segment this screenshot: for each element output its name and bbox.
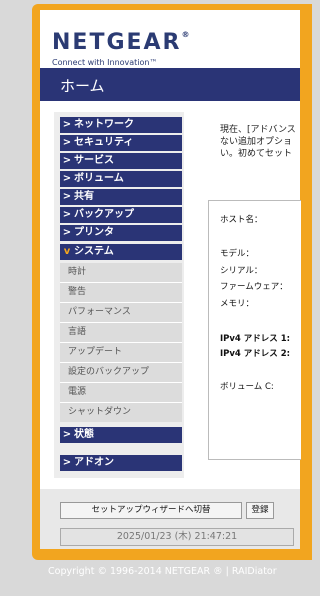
chevron-right-icon: > <box>62 173 72 184</box>
subnav-config-backup[interactable]: 設定のバックアップ <box>60 363 182 382</box>
firmware-label: ファームウェア： <box>220 282 288 292</box>
title-bar: ホーム <box>40 68 300 101</box>
nav-label: サービス <box>74 155 114 166</box>
intro-text: 現在、[アドバンス ない追加オプショ い。初めてセット <box>220 124 300 174</box>
nav-label: バックアップ <box>74 209 134 220</box>
chevron-down-icon: v <box>63 246 71 257</box>
nav-security[interactable]: > セキュリティ <box>60 135 182 151</box>
nav-label: ネットワーク <box>74 119 134 130</box>
ipv4-address-1-label: IPv4 アドレス 1: <box>220 334 291 344</box>
nav-network[interactable]: > ネットワーク <box>60 117 182 133</box>
chevron-right-icon: > <box>62 155 72 166</box>
nav-label: 状態 <box>74 429 94 440</box>
chevron-right-icon: > <box>62 209 72 220</box>
nav-backup[interactable]: > バックアップ <box>60 207 182 223</box>
chevron-right-icon: > <box>62 191 72 202</box>
nav-label: セキュリティ <box>74 137 134 148</box>
model-label: モデル： <box>220 249 255 259</box>
info-panel <box>208 200 301 460</box>
chevron-right-icon: > <box>62 137 72 148</box>
nav-system[interactable]: v システム <box>60 244 182 260</box>
nav-volume[interactable]: > ボリューム <box>60 171 182 187</box>
footer-copyright: Copyright © 1996-2014 NETGEAR ® | RAIDia… <box>48 566 277 577</box>
subnav-alerts[interactable]: 警告 <box>60 283 182 302</box>
serial-label: シリアル： <box>220 266 263 276</box>
nav-status[interactable]: > 状態 <box>60 427 182 443</box>
subnav-performance[interactable]: パフォーマンス <box>60 303 182 322</box>
chevron-right-icon: > <box>62 119 72 130</box>
page-title: ホーム <box>60 77 105 95</box>
header: NETGEAR® Connect with Innovation™ <box>40 10 300 68</box>
volume-label: ボリューム C: <box>220 382 274 392</box>
chevron-right-icon: > <box>62 227 72 238</box>
nav-shares[interactable]: > 共有 <box>60 189 182 205</box>
setup-wizard-button[interactable]: セットアップウィザードへ切替 <box>60 502 242 519</box>
nav-label: 共有 <box>74 191 94 202</box>
nav-label: ボリューム <box>74 173 124 184</box>
subnav-power[interactable]: 電源 <box>60 383 182 402</box>
nav-label: アドオン <box>74 457 114 468</box>
nav-label: プリンタ <box>74 227 114 238</box>
intro-line: 現在、[アドバンス <box>220 125 296 135</box>
chevron-right-icon: > <box>62 429 72 440</box>
nav-services[interactable]: > サービス <box>60 153 182 169</box>
intro-line: ない追加オプショ <box>220 137 293 147</box>
tagline: Connect with Innovation™ <box>52 58 158 67</box>
subnav-shutdown[interactable]: シャットダウン <box>60 403 182 422</box>
host-label: ホスト名： <box>220 215 263 225</box>
nav-addons[interactable]: > アドオン <box>60 455 182 471</box>
ipv4-address-2-label: IPv4 アドレス 2: <box>220 349 291 359</box>
subnav-clock[interactable]: 時計 <box>60 263 182 282</box>
chevron-right-icon: > <box>62 457 72 468</box>
subnav-language[interactable]: 言語 <box>60 323 182 342</box>
netgear-logo: NETGEAR® <box>52 30 190 55</box>
register-button[interactable]: 登録 <box>246 502 274 519</box>
nav-label: システム <box>74 246 114 257</box>
subnav-update[interactable]: アップデート <box>60 343 182 362</box>
memory-label: メモリ： <box>220 299 255 309</box>
intro-line: い。初めてセット <box>220 149 293 159</box>
clock-display: 2025/01/23 (木) 21:47:21 <box>60 528 294 546</box>
nav-printer[interactable]: > プリンタ <box>60 225 182 241</box>
